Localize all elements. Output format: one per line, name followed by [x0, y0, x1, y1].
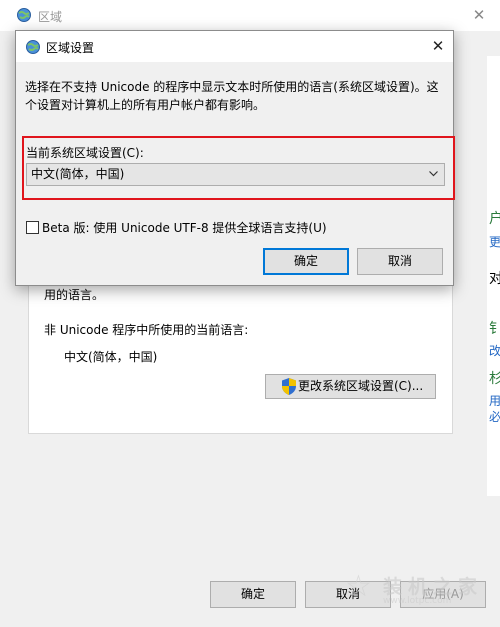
region-settings-dialog: 区域设置 ✕ 选择在不支持 Unicode 的程序中显示文本时所使用的语言(系统… — [15, 30, 455, 286]
edge-text: 改 — [489, 344, 500, 358]
close-icon[interactable]: ✕ — [466, 3, 492, 27]
beta-utf8-checkbox[interactable] — [26, 221, 39, 234]
edge-text: 对 — [489, 271, 500, 287]
edge-text: 钅 — [489, 321, 500, 337]
edge-text: 杉 — [489, 371, 500, 387]
edge-text: 户 — [489, 211, 500, 227]
ok-button[interactable]: 确定 — [263, 248, 349, 275]
globe-icon — [17, 8, 31, 22]
edge-text: 必 — [489, 410, 500, 424]
edge-text: 用 — [489, 394, 500, 408]
globe-icon — [26, 40, 40, 54]
system-locale-label: 当前系统区域设置(C): — [26, 146, 144, 160]
watermark-name: 装机之家 — [383, 576, 484, 598]
shield-icon — [282, 378, 296, 395]
watermark-star-icon: ☆ — [345, 569, 372, 604]
change-system-locale-label: 更改系统区域设置(C)... — [298, 379, 424, 393]
dialog-title: 区域设置 — [46, 41, 95, 55]
dialog-title-bar: 区域设置 ✕ — [16, 31, 453, 62]
watermark-url: www.lotpc.com — [383, 596, 452, 606]
cancel-button[interactable]: 取消 — [357, 248, 443, 275]
chevron-down-icon — [429, 171, 438, 177]
non-unicode-label: 非 Unicode 程序中所使用的当前语言: — [44, 323, 249, 337]
dialog-description: 选择在不支持 Unicode 的程序中显示文本时所使用的语言(系统区域设置)。这… — [25, 80, 439, 112]
edge-text: 更 — [489, 235, 500, 249]
system-locale-value: 中文(简体，中国) — [31, 167, 125, 181]
change-system-locale-button[interactable]: 更改系统区域设置(C)... — [265, 374, 436, 399]
current-language-value: 中文(简体，中国) — [64, 350, 158, 364]
truncated-description: 用的语言。 — [44, 288, 105, 302]
window-title: 区域 — [38, 10, 63, 24]
title-bar: 区域 ✕ — [0, 0, 500, 31]
beta-utf8-label[interactable]: Beta 版: 使用 Unicode UTF-8 提供全球语言支持(U) — [42, 219, 327, 236]
system-locale-select[interactable]: 中文(简体，中国) — [26, 163, 445, 186]
background-window-edge: 户 更 对 钅 改 杉 用 必 — [487, 56, 500, 496]
watermark: ☆ 装机之家 www.lotpc.com — [345, 568, 485, 612]
close-icon[interactable]: ✕ — [426, 35, 450, 57]
ok-button[interactable]: 确定 — [210, 581, 296, 608]
